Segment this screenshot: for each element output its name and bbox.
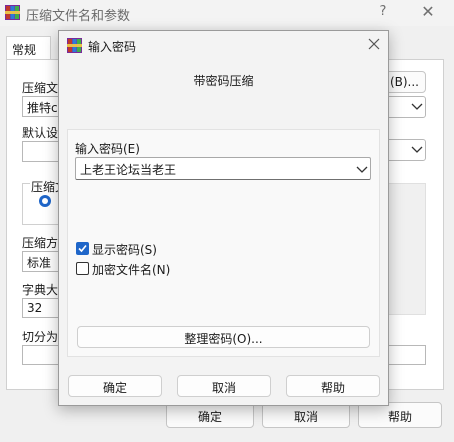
options-group <box>384 183 426 315</box>
split-volumes-label: 切分为 <box>22 330 59 344</box>
dictionary-size-label: 字典大 <box>22 283 59 297</box>
chevron-down-icon <box>411 103 423 110</box>
cancel-button[interactable]: 取消 <box>177 375 271 397</box>
winrar-icon <box>5 5 20 20</box>
compression-method-label: 压缩方 <box>22 236 59 250</box>
archive-name-field[interactable]: 推特co <box>22 96 62 117</box>
dialog-title: 输入密码 <box>88 40 137 54</box>
profiles-button[interactable] <box>22 141 62 162</box>
winrar-icon <box>67 38 82 53</box>
help-icon[interactable]: ? <box>376 4 390 19</box>
default-profile-label: 默认设 <box>22 126 59 140</box>
password-input[interactable]: 上老王论坛当老王 <box>75 157 371 180</box>
parent-title-bar: 压缩文件名和参数 ? ✕ <box>0 0 454 26</box>
password-dialog: 输入密码 带密码压缩 输入密码(E) 上老王论坛当老王 显示密码(S) 加密文件… <box>58 30 389 406</box>
ok-button[interactable]: 确定 <box>68 375 162 397</box>
encrypt-filenames-label: 加密文件名(N) <box>92 263 171 277</box>
password-label: 输入密码(E) <box>75 142 140 156</box>
organize-passwords-button[interactable]: 整理密码(O)... <box>77 326 370 348</box>
split-unit-select[interactable] <box>386 345 426 365</box>
tab-general[interactable]: 常规 <box>6 36 51 60</box>
chevron-down-icon[interactable] <box>356 166 368 174</box>
checkmark-icon <box>78 244 87 253</box>
show-password-label: 显示密码(S) <box>92 243 157 257</box>
close-icon[interactable] <box>365 35 383 53</box>
password-value: 上老王论坛当老王 <box>80 163 177 177</box>
checkbox-checked[interactable] <box>76 242 89 255</box>
checkbox-unchecked[interactable] <box>76 262 89 275</box>
parent-window-title: 压缩文件名和参数 <box>26 9 131 24</box>
split-volumes-field[interactable] <box>22 345 62 365</box>
update-mode-select[interactable] <box>386 96 426 118</box>
dictionary-size-select[interactable]: 32 <box>22 298 62 318</box>
help-button[interactable]: 帮助 <box>286 375 380 397</box>
profile-select[interactable] <box>386 139 426 161</box>
chevron-down-icon <box>411 146 423 153</box>
archive-name-label: 压缩文 <box>22 81 59 95</box>
close-icon[interactable]: ✕ <box>418 2 438 21</box>
format-rar-radio[interactable] <box>39 195 51 207</box>
compression-method-select[interactable]: 标准 <box>22 251 62 272</box>
dialog-header-text: 带密码压缩 <box>193 74 254 88</box>
